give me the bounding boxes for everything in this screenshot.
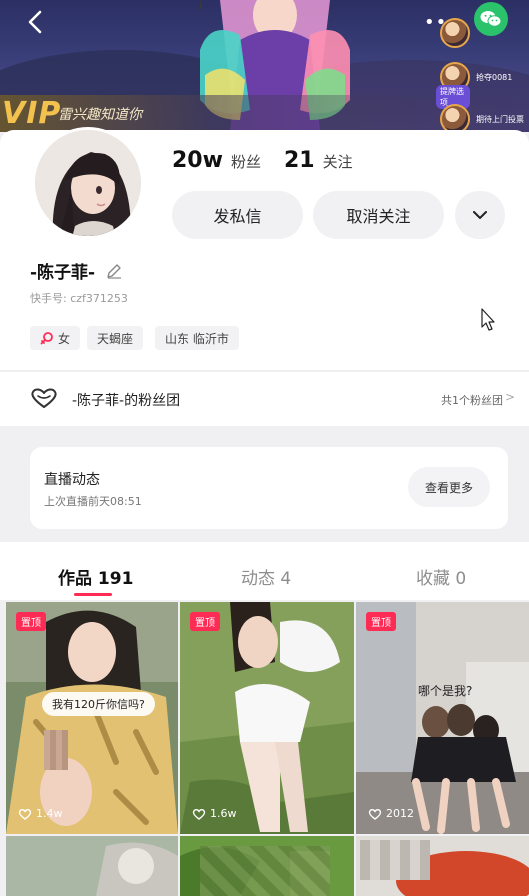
- fans-label: 粉丝: [230, 153, 261, 171]
- live-activity-card[interactable]: 直播动态 上次直播前天08:51 查看更多: [30, 447, 508, 529]
- video-tile[interactable]: 哪个是我? 置顶 2012: [356, 602, 529, 834]
- video-caption: 我有120斤你信吗?: [42, 692, 155, 716]
- like-count-value: 1.6w: [210, 807, 237, 820]
- viewer-label: 期待上门投票: [476, 114, 524, 124]
- heart-icon: [18, 808, 32, 820]
- fan-club-title: -陈子菲-的粉丝团: [72, 393, 181, 409]
- like-count-value: 1.4w: [36, 807, 63, 820]
- video-caption: 哪个是我?: [418, 684, 473, 698]
- video-tile[interactable]: [6, 836, 178, 896]
- live-viewer-item[interactable]: [440, 18, 476, 48]
- fan-club-row[interactable]: -陈子菲-的粉丝团 共1个粉丝团 >: [0, 372, 529, 426]
- wechat-icon: [480, 11, 502, 27]
- mosaic-blur: [200, 846, 330, 896]
- expand-button[interactable]: [455, 191, 505, 239]
- wechat-share-button[interactable]: [474, 2, 508, 36]
- pinned-badge: 置顶: [190, 612, 220, 631]
- female-icon: [40, 332, 53, 345]
- vip-badge: VIP: [2, 96, 62, 131]
- chevron-down-icon: [473, 211, 487, 219]
- pinned-badge: 置顶: [16, 612, 46, 631]
- video-thumbnail: [180, 602, 354, 834]
- name-row: -陈子菲-: [30, 258, 123, 283]
- like-count: 1.4w: [18, 807, 63, 820]
- fan-club-heart-icon: [31, 388, 57, 408]
- video-thumbnail: [356, 602, 529, 834]
- viewer-label: 抢夺0081: [476, 72, 513, 82]
- location-tag: 山东 临沂市: [155, 326, 239, 350]
- live-subtitle: 上次直播前天08:51: [44, 495, 142, 508]
- fans-count: 20w: [172, 148, 223, 173]
- edit-pencil-icon[interactable]: [105, 262, 123, 280]
- live-title: 直播动态: [44, 472, 100, 488]
- mouse-cursor-icon: [481, 308, 495, 331]
- fan-club-count: 共1个粉丝团: [441, 394, 503, 407]
- user-id: 快手号: czf371253: [30, 292, 128, 305]
- gender-label: 女: [58, 331, 71, 346]
- profile-name: -陈子菲-: [30, 263, 96, 283]
- message-button[interactable]: 发私信: [172, 191, 303, 239]
- back-arrow-icon[interactable]: [22, 8, 50, 36]
- like-count: 1.6w: [192, 807, 237, 820]
- chevron-right-icon: >: [504, 390, 515, 404]
- video-tile[interactable]: [356, 836, 529, 896]
- live-viewer-item[interactable]: 提牌选项 抢夺0081: [436, 62, 513, 109]
- like-count: 2012: [368, 807, 414, 820]
- tab-works[interactable]: 作品 191: [58, 564, 133, 589]
- viewer-avatar: [440, 18, 470, 48]
- heart-icon: [192, 808, 206, 820]
- view-more-button[interactable]: 查看更多: [408, 467, 490, 507]
- mosaic-blur: [44, 730, 68, 770]
- following-label: 关注: [322, 153, 353, 171]
- like-count-value: 2012: [386, 807, 414, 820]
- tab-moments[interactable]: 动态 4: [241, 564, 291, 589]
- pinned-badge: 置顶: [366, 612, 396, 631]
- gender-tag: 女: [30, 326, 81, 350]
- active-tab-indicator: [74, 593, 112, 596]
- unfollow-button[interactable]: 取消关注: [313, 191, 444, 239]
- video-tile[interactable]: 我有120斤你信吗? 置顶 1.4w: [6, 602, 178, 834]
- avatar[interactable]: [32, 127, 144, 239]
- heart-icon: [368, 808, 382, 820]
- following-stat[interactable]: 21 关注: [284, 148, 353, 173]
- following-count: 21: [284, 148, 315, 173]
- video-thumbnail: [6, 602, 178, 834]
- fans-stat[interactable]: 20w 粉丝: [172, 148, 261, 173]
- video-tile[interactable]: 置顶 1.6w: [180, 602, 354, 834]
- content-tabs: 作品 191 动态 4 收藏 0: [0, 542, 529, 600]
- mosaic-blur: [360, 840, 430, 880]
- vip-text: 雷兴趣知道你: [58, 107, 142, 123]
- video-thumbnail: [6, 836, 178, 896]
- video-tile[interactable]: [180, 836, 354, 896]
- tab-favorites[interactable]: 收藏 0: [416, 564, 466, 589]
- zodiac-tag: 天蝎座: [87, 326, 144, 350]
